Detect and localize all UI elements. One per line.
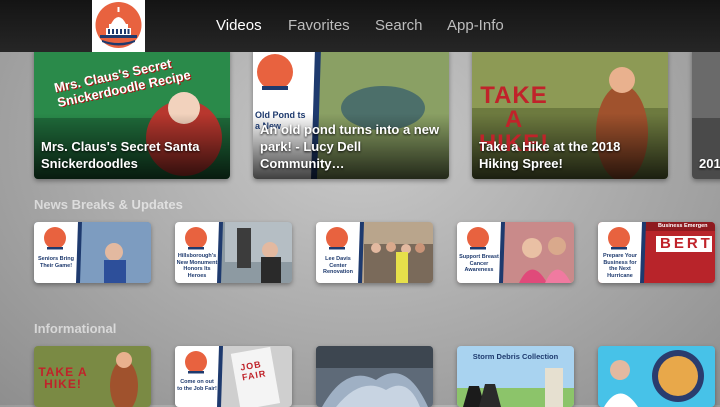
video-thumbnail	[316, 346, 433, 407]
news-video-card[interactable]: Lee Davis Center Renovation	[316, 222, 433, 283]
video-title: 201	[699, 156, 720, 171]
tab-search[interactable]: Search	[375, 17, 423, 34]
featured-video-card[interactable]: 201	[692, 48, 720, 179]
featured-video-card[interactable]: TAKE A HIKE! Take a Hike at the 2018 Hik…	[472, 48, 668, 179]
tab-app-info[interactable]: App-Info	[447, 17, 504, 34]
featured-video-card[interactable]: Old Pond ts a New An old pond turns into…	[253, 48, 449, 179]
thumbnail-caption: Come on out to the Job Fair!	[177, 379, 217, 392]
top-navigation-bar: Videos Favorites Search App-Info	[0, 0, 720, 52]
video-title: Mrs. Claus's Secret Santa Snickerdoodles	[41, 139, 200, 171]
info-video-card[interactable]	[316, 346, 433, 407]
tab-favorites[interactable]: Favorites	[288, 17, 350, 34]
video-title: Take a Hike at the 2018 Hiking Spree!	[479, 139, 621, 171]
video-thumbnail	[34, 222, 151, 283]
county-seal-logo[interactable]	[92, 0, 145, 52]
video-thumbnail	[175, 346, 292, 407]
video-title: An old pond turns into a new park! - Luc…	[260, 122, 440, 171]
news-video-card[interactable]: Business Emergen BERT Prepare Your Busin…	[598, 222, 715, 283]
thumbnail-caption: Hillsborough's New Monument Honors Its H…	[176, 253, 218, 279]
news-video-card[interactable]: Hillsborough's New Monument Honors Its H…	[175, 222, 292, 283]
thumbnail-caption: Seniors Bring Their Game!	[37, 256, 75, 269]
tab-videos[interactable]: Videos	[216, 17, 262, 34]
video-thumbnail	[457, 222, 574, 283]
info-video-card[interactable]: Storm Debris Collection	[457, 346, 574, 407]
video-thumbnail	[598, 346, 715, 407]
news-video-card[interactable]: Seniors Bring Their Game!	[34, 222, 151, 283]
thumbnail-title-art: TAKE A HIKE!	[38, 365, 88, 391]
info-video-card[interactable]	[598, 346, 715, 407]
thumbnail-caption: Storm Debris Collection	[472, 352, 559, 361]
thumbnail-caption: Prepare Your Business for the Next Hurri…	[602, 253, 638, 279]
featured-video-card[interactable]: Mrs. Claus's Secret Snickerdoodle Recipe…	[34, 48, 230, 179]
thumbnail-caption: Lee Davis Center Renovation	[323, 256, 353, 275]
info-video-card[interactable]: TAKE A HIKE!	[34, 346, 151, 407]
thumbnail-banner: BERT	[660, 235, 713, 252]
thumbnail-banner-top: Business Emergen	[658, 223, 708, 229]
section-title-informational: Informational	[34, 321, 117, 336]
news-video-card[interactable]: Support Breast Cancer Awareness	[457, 222, 574, 283]
thumbnail-caption: Support Breast Cancer Awareness	[459, 254, 499, 273]
info-video-card[interactable]: JOB FAIR Come on out to the Job Fair!	[175, 346, 292, 407]
section-title-news: News Breaks & Updates	[34, 197, 183, 212]
